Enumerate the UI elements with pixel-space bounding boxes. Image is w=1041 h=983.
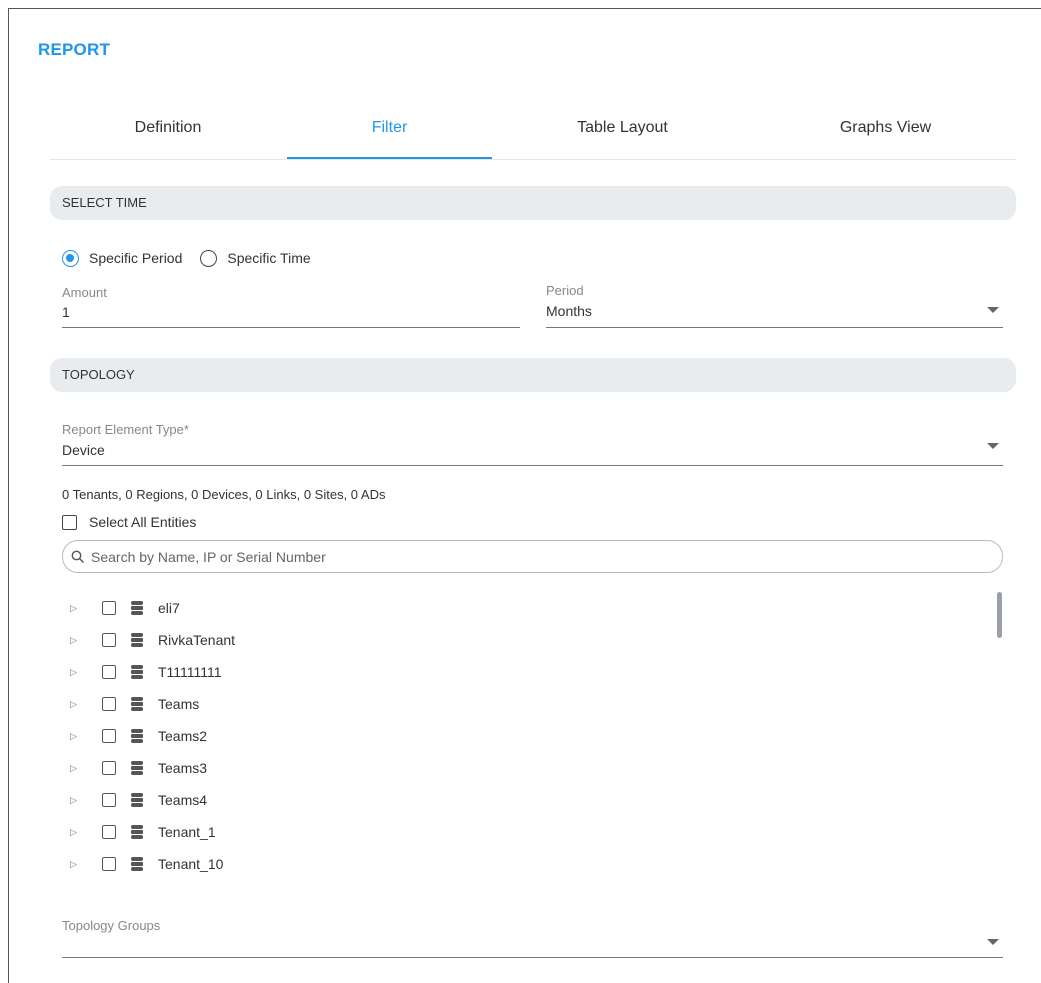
database-icon (131, 857, 143, 871)
database-icon (131, 825, 143, 839)
period-underline (546, 327, 1003, 328)
tree-item-label[interactable]: Tenant_10 (158, 856, 223, 872)
tree-item-checkbox[interactable] (102, 601, 116, 615)
topology-groups-select[interactable] (62, 935, 1002, 955)
triangle-right-icon[interactable]: ▷ (70, 731, 80, 742)
tree-item-checkbox[interactable] (102, 793, 116, 807)
amount-field[interactable]: 1 (62, 304, 518, 324)
tree-item-checkbox[interactable] (102, 761, 116, 775)
tree-item: ▷ Teams (66, 688, 966, 720)
tree-item-checkbox[interactable] (102, 697, 116, 711)
tree-item: ▷ RivkaTenant (66, 624, 966, 656)
radio-specific-period-label: Specific Period (89, 250, 183, 266)
topology-groups-label: Topology Groups (62, 918, 161, 933)
element-type-label: Report Element Type* (62, 422, 189, 437)
amount-label: Amount (62, 285, 107, 300)
period-label: Period (546, 283, 584, 298)
database-icon (131, 761, 143, 775)
element-type-underline (62, 465, 1003, 466)
entity-counts: 0 Tenants, 0 Regions, 0 Devices, 0 Links… (62, 487, 386, 502)
tree-item-label[interactable]: T11111111 (158, 664, 222, 680)
radio-specific-time-label: Specific Time (227, 250, 311, 266)
tab-filter[interactable]: Filter (287, 108, 492, 159)
tree-item: ▷ Teams3 (66, 752, 966, 784)
database-icon (131, 697, 143, 711)
tree-item-label[interactable]: eli7 (158, 600, 180, 616)
triangle-right-icon[interactable]: ▷ (70, 795, 80, 806)
triangle-right-icon[interactable]: ▷ (70, 699, 80, 710)
tree-item: ▷ T11111111 (66, 656, 966, 688)
tree-item-checkbox[interactable] (102, 825, 116, 839)
tab-graphs-view[interactable]: Graphs View (783, 108, 988, 158)
tree-item-label[interactable]: Teams3 (158, 760, 207, 776)
radio-specific-time[interactable]: Specific Time (200, 249, 311, 267)
caret-down-icon[interactable] (987, 939, 999, 945)
page-title: REPORT (38, 40, 111, 59)
amount-underline (62, 327, 520, 328)
caret-down-icon[interactable] (987, 443, 999, 449)
tree-item: ▷ Tenant_10 (66, 848, 966, 880)
tree-item: ▷ Tenant_1 (66, 816, 966, 848)
database-icon (131, 633, 143, 647)
period-select[interactable]: Months (546, 303, 1003, 323)
database-icon (131, 665, 143, 679)
section-select-time: SELECT TIME (50, 186, 1016, 220)
search-input[interactable] (91, 548, 971, 565)
checkbox-icon (62, 514, 77, 530)
database-icon (131, 793, 143, 807)
triangle-right-icon[interactable]: ▷ (70, 603, 80, 614)
tree-scrollbar[interactable] (997, 592, 1002, 638)
select-all-label: Select All Entities (89, 514, 197, 530)
triangle-right-icon[interactable]: ▷ (70, 763, 80, 774)
triangle-right-icon[interactable]: ▷ (70, 667, 80, 678)
triangle-right-icon[interactable]: ▷ (70, 635, 80, 646)
tab-definition[interactable]: Definition (70, 108, 266, 158)
tree-item: ▷ eli7 (66, 592, 966, 624)
tree-item-checkbox[interactable] (102, 665, 116, 679)
caret-down-icon[interactable] (987, 307, 999, 313)
database-icon (131, 729, 143, 743)
database-icon (131, 601, 143, 615)
radio-specific-period[interactable]: Specific Period (62, 249, 183, 267)
triangle-right-icon[interactable]: ▷ (70, 827, 80, 838)
radio-checked-icon (62, 249, 79, 267)
tab-table-layout[interactable]: Table Layout (520, 108, 725, 158)
tree-item: ▷ Teams2 (66, 720, 966, 752)
element-type-select[interactable]: Device (62, 442, 1002, 462)
topology-groups-underline (62, 957, 1003, 958)
tree-item-label[interactable]: Teams2 (158, 728, 207, 744)
search-icon (71, 550, 85, 563)
radio-unchecked-icon (200, 249, 218, 267)
select-all-entities-checkbox[interactable]: Select All Entities (62, 514, 196, 530)
tab-bar: Definition Filter Table Layout Graphs Vi… (50, 108, 1016, 160)
tree-item-checkbox[interactable] (102, 633, 116, 647)
tree-item-checkbox[interactable] (102, 857, 116, 871)
tree-item-label[interactable]: Teams (158, 696, 199, 712)
tree-item-checkbox[interactable] (102, 729, 116, 743)
tree-item-label[interactable]: Teams4 (158, 792, 207, 808)
entity-tree: ▷ eli7 ▷ RivkaTenant ▷ T11111111 ▷ Teams… (66, 592, 966, 880)
search-box (62, 540, 1003, 573)
tree-item: ▷ Teams4 (66, 784, 966, 816)
time-mode-radio-group: Specific Period Specific Time (62, 248, 311, 268)
tree-item-label[interactable]: RivkaTenant (158, 632, 235, 648)
triangle-right-icon[interactable]: ▷ (70, 859, 80, 870)
tree-item-label[interactable]: Tenant_1 (158, 824, 216, 840)
section-topology: TOPOLOGY (50, 358, 1016, 392)
